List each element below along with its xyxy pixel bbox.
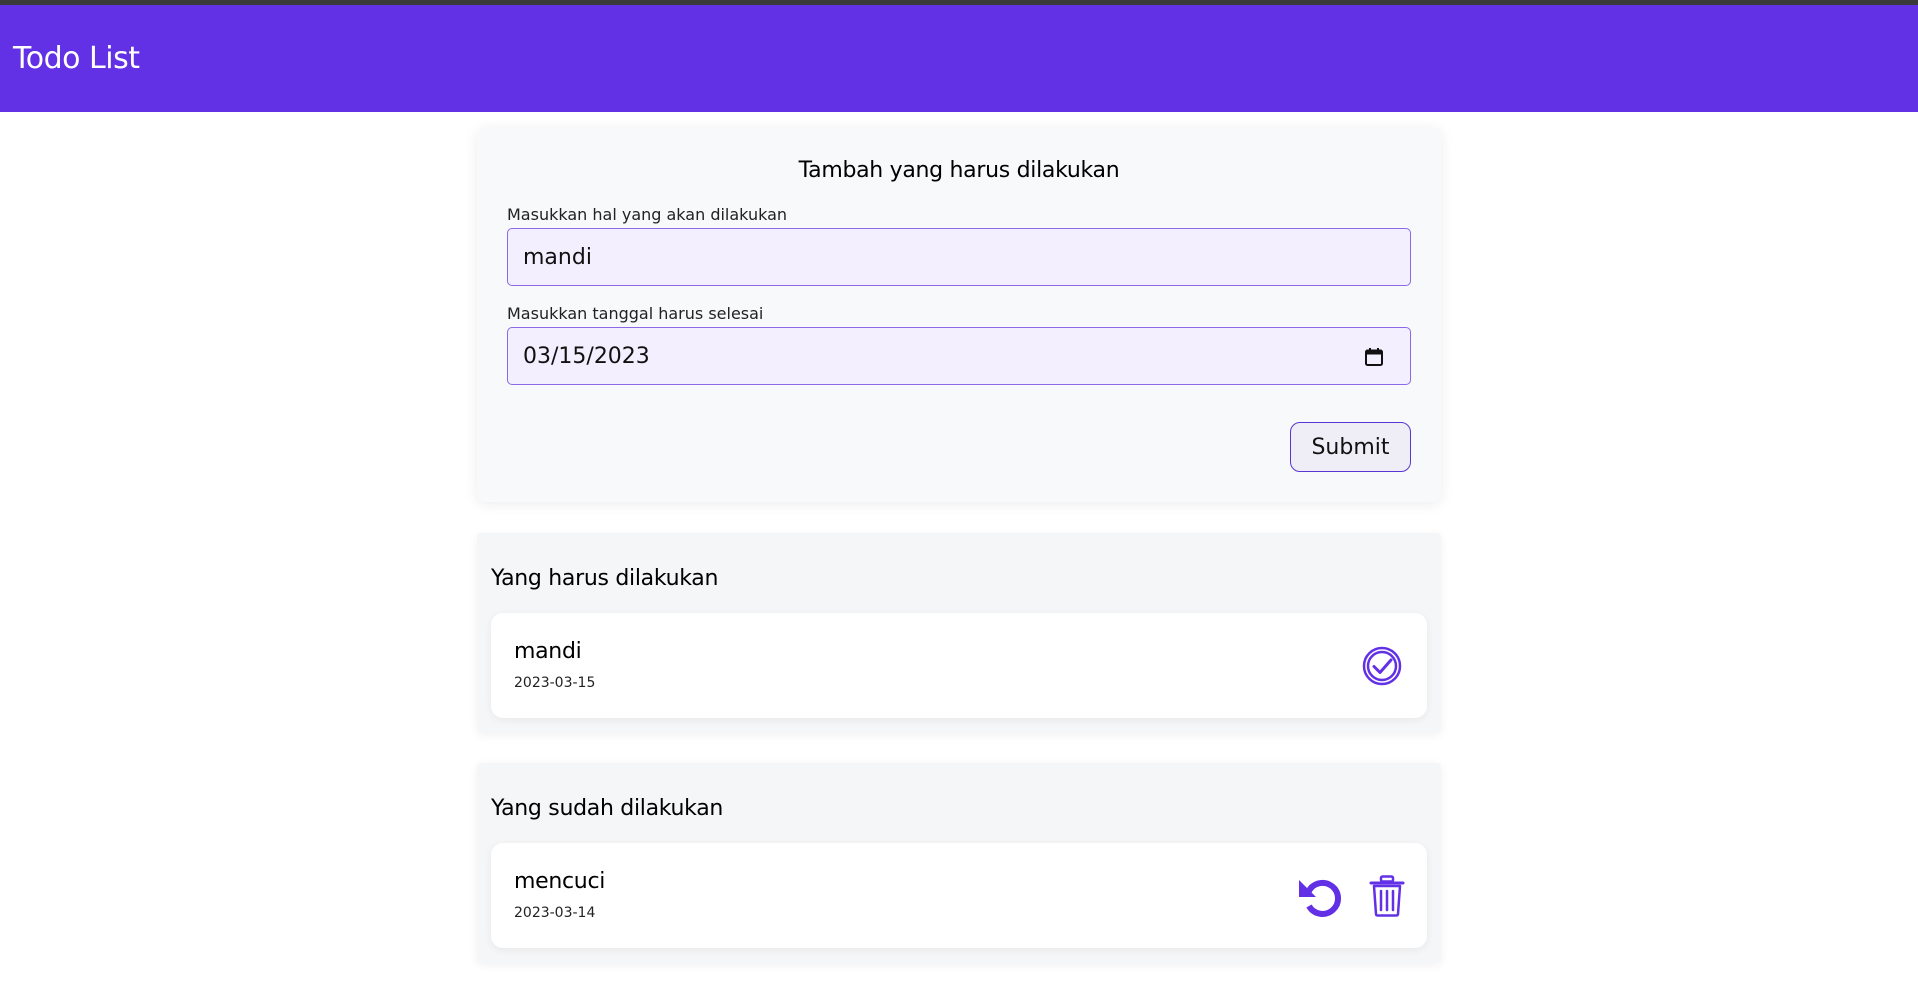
todo-date-value: 03/15/2023 [523,343,650,369]
undo-icon[interactable] [1298,875,1344,921]
app-header: Todo List [0,5,1918,112]
todo-title-input[interactable]: mandi [507,228,1411,286]
form-title: Tambah yang harus dilakukan [798,158,1120,183]
submit-button[interactable]: Submit [1290,422,1411,472]
todo-item-date: 2023-03-14 [514,905,596,921]
todo-item-date: 2023-03-15 [514,675,596,691]
todo-item: mencuci 2023-03-14 [491,843,1427,948]
incomplete-todo-section: Yang harus dilakukan mandi 2023-03-15 [477,533,1441,733]
check-circle-icon[interactable] [1361,645,1403,687]
completed-todo-section: Yang sudah dilakukan mencuci 2023-03-14 [477,763,1441,963]
app-title: Todo List [13,41,140,76]
trash-icon[interactable] [1369,875,1405,917]
todo-date-input[interactable]: 03/15/2023 [507,327,1411,385]
todo-date-label: Masukkan tanggal harus selesai [507,304,764,323]
todo-item-title: mandi [514,639,582,664]
todo-item: mandi 2023-03-15 [491,613,1427,718]
todo-title-value: mandi [523,244,592,270]
calendar-icon[interactable] [1364,347,1384,367]
incomplete-section-title: Yang harus dilakukan [491,566,719,591]
todo-title-label: Masukkan hal yang akan dilakukan [507,205,788,224]
completed-section-title: Yang sudah dilakukan [491,796,724,821]
add-todo-form: Tambah yang harus dilakukan Masukkan hal… [477,128,1441,502]
todo-item-title: mencuci [514,869,606,894]
